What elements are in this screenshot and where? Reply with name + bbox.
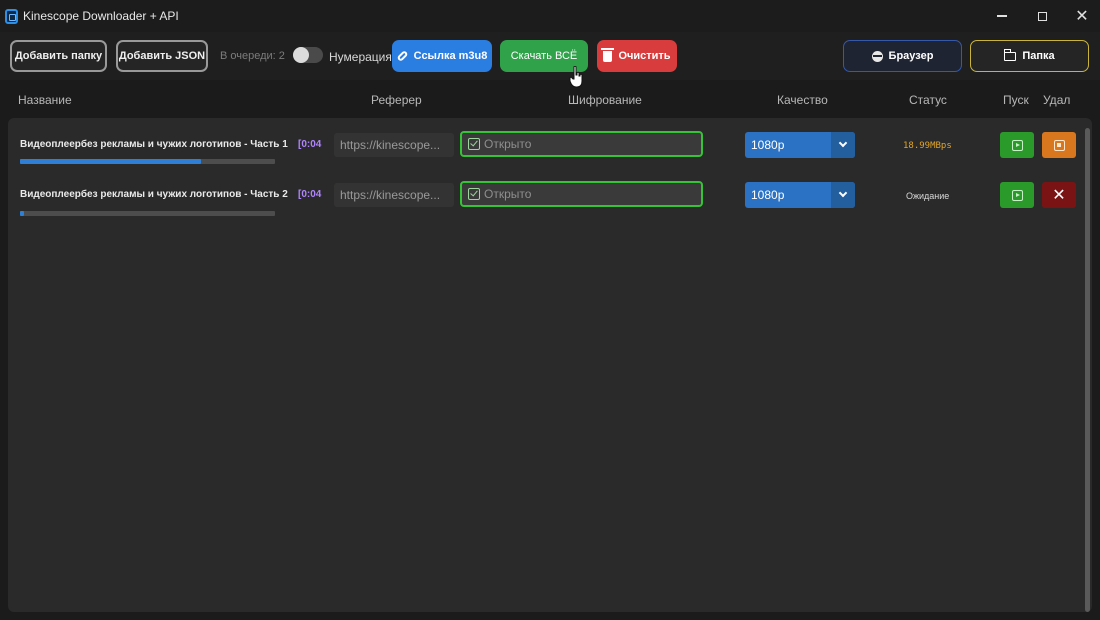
clear-button[interactable]: Очистить [597, 40, 677, 72]
add-json-button[interactable]: Добавить JSON [116, 40, 208, 72]
title-bar: Kinescope Downloader + API ✕ [0, 0, 1100, 32]
header-status: Статус [909, 93, 947, 107]
scrollbar[interactable] [1085, 128, 1090, 612]
browser-button[interactable]: Браузер [843, 40, 962, 72]
checkbox-icon [468, 138, 480, 150]
maximize-button[interactable] [1030, 6, 1054, 26]
folder-icon [1004, 48, 1017, 61]
quality-select[interactable]: 1080p [745, 132, 855, 158]
chevron-down-icon[interactable] [831, 182, 855, 208]
play-icon [1011, 139, 1023, 151]
close-icon: ✕ [1052, 187, 1066, 204]
maximize-icon [1037, 11, 1047, 21]
video-title: Видеоплеербез рекламы и чужих логотипов … [20, 189, 288, 200]
encryption-field[interactable]: Открыто [460, 181, 703, 207]
browser-label: Браузер [888, 50, 934, 62]
m3u8-link-button[interactable]: Ссылка m3u8 [392, 40, 492, 72]
header-name: Название [18, 93, 72, 107]
referer-field[interactable]: https://kinescope... [334, 183, 454, 207]
encryption-label: Открыто [484, 187, 532, 201]
link-icon [396, 49, 409, 63]
start-button[interactable] [1000, 182, 1034, 208]
remove-button[interactable]: ✕ [1042, 182, 1076, 208]
toolbar: Добавить папку Добавить JSON В очереди: … [0, 32, 1100, 80]
add-folder-button[interactable]: Добавить папку [10, 40, 107, 72]
stop-button[interactable] [1042, 132, 1076, 158]
folder-label: Папка [1022, 50, 1055, 62]
progress-bar [20, 211, 275, 216]
header-delete: Удал [1043, 93, 1071, 107]
queue-count-label: В очереди: 2 [220, 50, 285, 62]
status-text: Ожидание [906, 191, 950, 201]
numbering-label: Нумерация [329, 50, 392, 64]
minimize-icon [997, 15, 1007, 17]
download-all-label: Скачать ВСЁ [510, 50, 578, 62]
start-button[interactable] [1000, 132, 1034, 158]
trash-icon [601, 47, 615, 62]
progress-fill [20, 159, 202, 164]
header-encryption: Шифрование [568, 93, 642, 107]
referer-field[interactable]: https://kinescope... [334, 133, 454, 157]
header-referer: Реферер [371, 93, 422, 107]
video-title: Видеоплеербез рекламы и чужих логотипов … [20, 139, 288, 150]
close-window-button[interactable]: ✕ [1070, 6, 1094, 26]
m3u8-link-label: Ссылка m3u8 [413, 50, 488, 62]
window-title: Kinescope Downloader + API [23, 9, 179, 23]
hand-cursor-icon [569, 66, 583, 88]
quality-select[interactable]: 1080p [745, 182, 855, 208]
folder-button[interactable]: Папка [970, 40, 1089, 72]
chevron-down-icon[interactable] [831, 132, 855, 158]
video-duration: [0:04 [298, 139, 322, 150]
quality-value: 1080p [751, 188, 785, 202]
toggle-knob [293, 47, 309, 63]
status-text: 18.99MBps [903, 141, 952, 151]
checkbox-icon [468, 188, 480, 200]
clear-label: Очистить [618, 50, 671, 62]
progress-fill [20, 211, 24, 216]
encryption-field[interactable]: Открыто [460, 131, 703, 157]
numbering-toggle[interactable] [293, 47, 323, 63]
globe-icon [871, 50, 883, 62]
progress-bar [20, 159, 275, 164]
video-duration: [0:04 [298, 189, 322, 200]
header-quality: Качество [777, 93, 828, 107]
minimize-button[interactable] [990, 6, 1014, 26]
play-icon [1011, 189, 1023, 201]
stop-icon [1053, 139, 1065, 151]
close-icon: ✕ [1075, 8, 1089, 25]
encryption-label: Открыто [484, 137, 532, 151]
app-logo-icon [5, 9, 18, 24]
quality-value: 1080p [751, 138, 785, 152]
header-start: Пуск [1003, 93, 1029, 107]
